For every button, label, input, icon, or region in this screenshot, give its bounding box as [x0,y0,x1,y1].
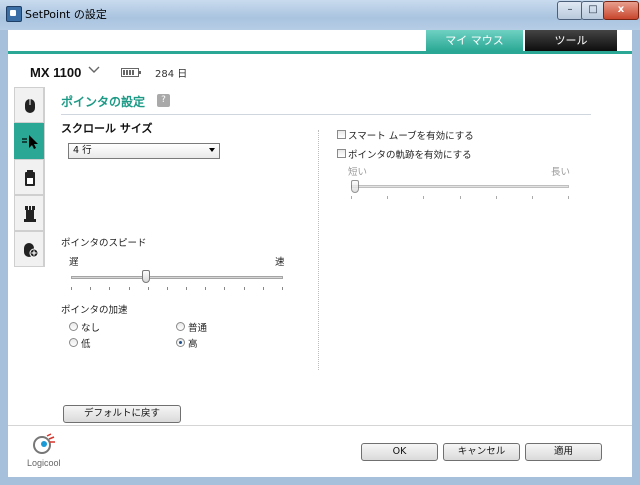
accel-label-none: なし [81,323,101,334]
slider-tick [71,287,72,290]
page-title: ポインタの設定 [61,95,146,109]
mouse-buttons-icon [25,99,35,113]
footer-divider [8,425,632,426]
pointer-icon [22,135,38,149]
slider-tick [90,287,91,290]
dropdown-arrow-icon [209,148,215,152]
restore-defaults-button[interactable]: デフォルトに戻す [63,405,181,423]
app-icon [6,6,22,22]
device-name[interactable]: MX 1100 [30,65,81,80]
trails-label: ポインタの軌跡を有効にする [348,150,472,161]
side-tab-pointer[interactable] [14,123,44,159]
slider-tick [224,287,225,290]
accel-radio-low[interactable] [69,338,78,347]
accel-radio-none[interactable] [69,322,78,331]
game-icon [24,206,36,222]
accel-label-high: 高 [188,339,198,350]
acceleration-title: ポインタの加速 [61,305,128,316]
maximize-button[interactable]: □ [581,1,605,20]
scroll-size-select[interactable]: 4 行 [68,143,220,159]
slider-tick [532,196,533,199]
slider-tick [496,196,497,199]
speed-max-label: 速 [275,257,285,268]
speed-slider-ticks [71,287,283,291]
slider-tick [205,287,206,290]
slider-tick [568,196,569,199]
slider-tick [148,287,149,290]
add-device-icon [24,243,38,258]
scroll-size-title: スクロール サイズ [61,122,153,135]
accel-label-normal: 普通 [188,323,208,334]
speed-min-label: 遅 [69,257,79,268]
slider-tick [129,287,130,290]
accel-label-low: 低 [81,339,91,350]
close-button[interactable]: x [603,1,639,20]
apply-button[interactable]: 適用 [525,443,602,461]
speed-slider-thumb[interactable] [142,270,150,283]
accel-radio-high[interactable] [176,338,185,347]
trails-max-label: 長い [551,167,571,178]
battery-icon [121,68,141,77]
side-tab-game[interactable] [14,195,44,231]
trails-slider-ticks [351,196,569,200]
slider-tick [244,287,245,290]
chevron-down-icon[interactable] [87,62,101,76]
tab-my-mouse[interactable]: マイ マウス [426,30,523,51]
cancel-button[interactable]: キャンセル [443,443,520,461]
speed-title: ポインタのスピード [61,238,147,249]
trails-slider-thumb[interactable] [351,180,359,193]
smart-move-checkbox[interactable] [337,130,346,139]
tab-tools[interactable]: ツール [525,30,617,51]
slider-tick [263,287,264,290]
slider-tick [282,287,283,290]
scroll-size-value: 4 行 [73,145,92,156]
trails-slider-track[interactable] [351,185,569,188]
slider-tick [387,196,388,199]
battery-icon [25,170,35,186]
speed-slider-track[interactable] [71,276,283,279]
content-left-border [44,87,45,267]
side-tab-bar [14,87,44,267]
column-divider [318,130,319,370]
logo-text: Logicool [27,458,61,468]
slider-tick [423,196,424,199]
slider-tick [351,196,352,199]
battery-days: 284 日 [155,69,188,80]
trails-checkbox[interactable] [337,149,346,158]
heading-divider [61,114,591,115]
minimize-button[interactable]: – [557,1,583,20]
accel-radio-normal[interactable] [176,322,185,331]
window-title: SetPoint の設定 [25,8,107,21]
slider-tick [460,196,461,199]
slider-tick [167,287,168,290]
trails-min-label: 短い [348,167,368,178]
smart-move-label: スマート ムーブを有効にする [348,131,474,142]
logicool-logo-icon [32,433,56,455]
side-tab-battery[interactable] [14,159,44,195]
side-tab-buttons[interactable] [14,87,44,123]
slider-tick [109,287,110,290]
side-tab-add-device[interactable] [14,231,44,267]
tab-underline [8,51,632,54]
ok-button[interactable]: OK [361,443,438,461]
help-icon[interactable]: ? [157,94,170,107]
slider-tick [186,287,187,290]
